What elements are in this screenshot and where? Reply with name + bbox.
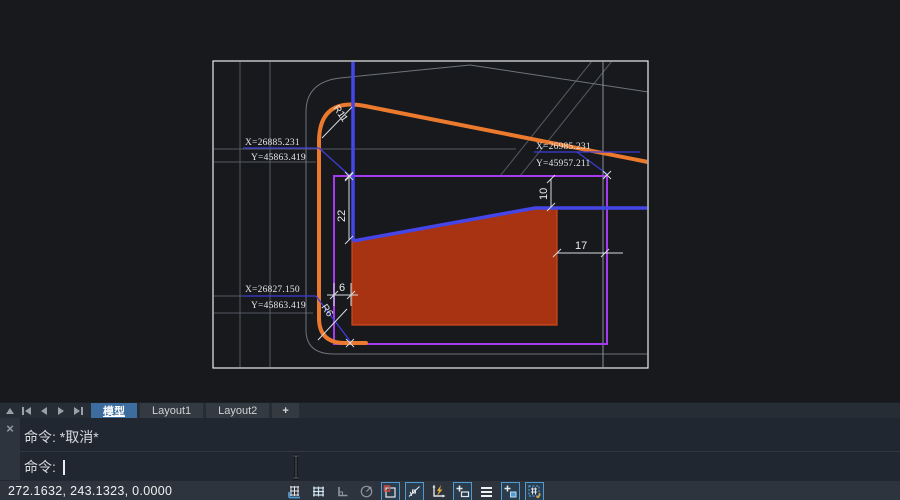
dimension-10: 10	[538, 188, 550, 200]
coordinate-readout: 272.1632, 243.1323, 0.0000	[8, 484, 172, 498]
status-toggle-icons	[285, 481, 544, 500]
coord-label-bottom-left-x: X=26827.150	[245, 285, 300, 295]
coord-label-bottom-left-y: Y=45863.419	[251, 301, 306, 311]
cad-drawing: 22 10 17 6 R11 R6 X=26885.231 Y=45863.41…	[0, 0, 900, 402]
next-tab-button[interactable]	[53, 404, 68, 418]
polar-tracking-icon[interactable]	[357, 482, 376, 500]
coord-label-right-y: Y=45957.211	[536, 159, 590, 169]
lineweight-icon[interactable]	[477, 482, 496, 500]
layout-tab-bar: 模型 Layout1 Layout2 +	[0, 402, 900, 418]
coord-label-top-left-y: Y=45863.419	[251, 153, 306, 163]
object-snap-icon[interactable]	[381, 482, 400, 500]
grid-display-icon[interactable]	[309, 482, 328, 500]
coord-label-top-left-x: X=26885.231	[245, 138, 300, 148]
snap-mode-icon[interactable]	[285, 482, 304, 500]
command-line-panel: × 命令: *取消* 命令:	[0, 418, 900, 480]
dimension-22: 22	[336, 210, 348, 222]
object-snap-tracking-icon[interactable]	[405, 482, 424, 500]
tab-model[interactable]: 模型	[91, 403, 137, 419]
command-gutter: ×	[0, 418, 20, 480]
cad-application-window: 22 10 17 6 R11 R6 X=26885.231 Y=45863.41…	[0, 0, 900, 500]
first-tab-button[interactable]	[19, 404, 34, 418]
tab-menu-button[interactable]	[2, 404, 17, 418]
status-bar: 272.1632, 243.1323, 0.0000	[0, 480, 900, 500]
ortho-mode-icon[interactable]	[333, 482, 352, 500]
coord-label-right-x: X=26985.231	[536, 142, 591, 152]
selection-cycling-icon[interactable]	[453, 482, 472, 500]
command-input[interactable]: 命令:	[24, 456, 65, 478]
text-caret	[63, 460, 65, 475]
dimension-6: 6	[339, 282, 345, 294]
annotation-monitor-icon[interactable]	[525, 482, 544, 500]
hatched-region[interactable]	[352, 209, 557, 325]
add-layout-button[interactable]: +	[272, 403, 298, 419]
tab-layout1[interactable]: Layout1	[140, 403, 203, 419]
reference-lines[interactable]	[353, 61, 648, 241]
quick-properties-icon[interactable]	[501, 482, 520, 500]
previous-tab-button[interactable]	[36, 404, 51, 418]
dimension-17: 17	[575, 240, 587, 252]
tab-layout2[interactable]: Layout2	[206, 403, 269, 419]
command-prompt-label: 命令:	[24, 457, 56, 477]
dynamic-input-icon[interactable]	[429, 482, 448, 500]
last-tab-button[interactable]	[70, 404, 85, 418]
model-space-canvas[interactable]: 22 10 17 6 R11 R6 X=26885.231 Y=45863.41…	[0, 0, 900, 402]
command-separator	[20, 451, 900, 452]
command-history-line: 命令: *取消*	[24, 423, 99, 450]
close-command-icon[interactable]: ×	[3, 422, 17, 436]
